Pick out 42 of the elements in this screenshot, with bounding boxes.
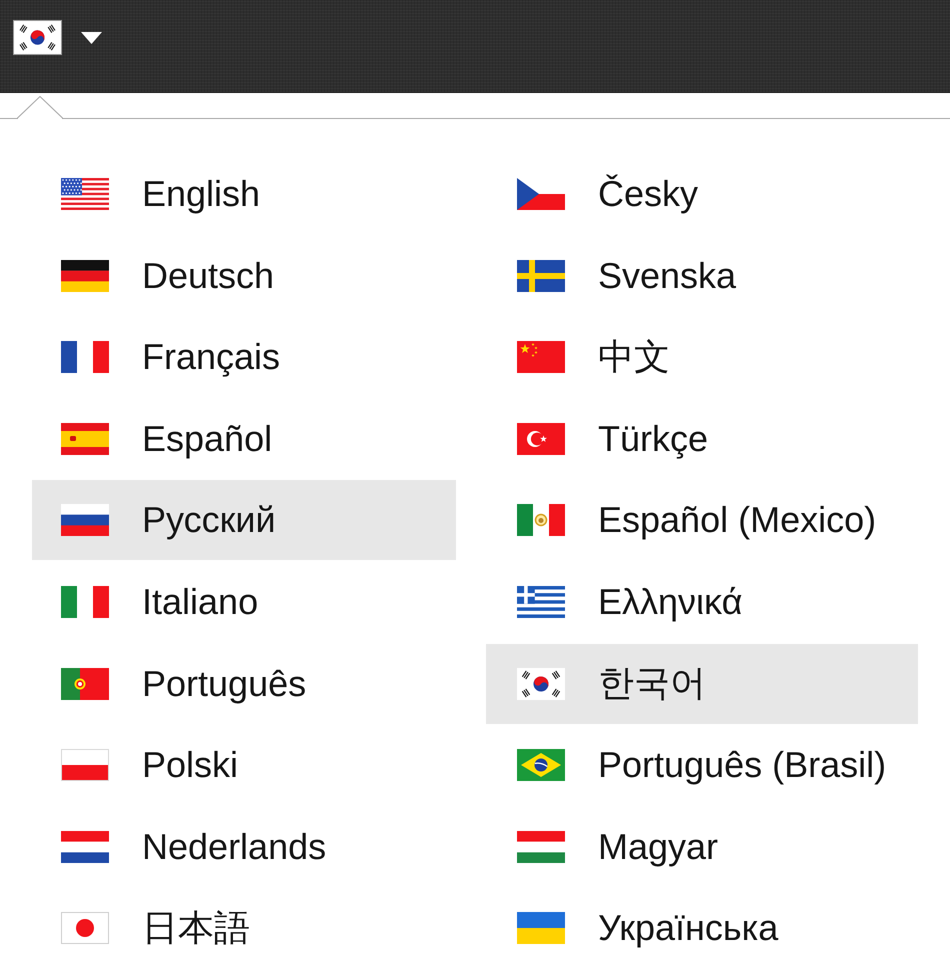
language-option[interactable]: Українська [486,888,918,968]
polish-flag-icon [61,749,109,782]
language-option[interactable]: Polski [32,725,456,806]
language-option[interactable]: Italiano [32,562,456,642]
korean-flag-icon [517,668,565,700]
swedish-flag-icon [517,260,565,292]
language-option[interactable]: Svenska [486,236,918,316]
language-option[interactable]: Español (Mexico) [486,480,918,560]
spanish-flag-icon [61,422,109,455]
dutch-flag-icon [61,830,109,863]
language-option[interactable]: 한국어 [486,644,918,724]
language-option[interactable]: English [32,154,456,234]
turkish-flag-icon [517,422,565,455]
caret-icon [81,32,102,44]
ukrainian-flag-icon [517,912,565,944]
french-flag-icon [61,341,109,374]
us-flag-icon [61,178,109,210]
chinese-flag-icon [517,341,565,374]
italian-flag-icon [61,586,109,618]
language-option[interactable]: Ελληνικά [486,562,918,642]
language-option[interactable]: 中文 [486,317,918,398]
language-option[interactable]: Português [32,644,456,724]
czech-flag-icon [517,178,565,210]
language-option[interactable]: Français [32,317,456,398]
german-flag-icon [61,260,109,292]
language-option[interactable]: Русский [32,480,456,560]
language-option[interactable]: Nederlands [32,806,456,887]
language-option[interactable]: Magyar [486,806,918,887]
russian-flag-icon [61,504,109,536]
japanese-flag-icon [61,912,109,944]
brazilian-flag-icon [517,749,565,782]
language-option[interactable]: Česky [486,154,918,234]
greek-flag-icon [517,586,565,618]
hungarian-flag-icon [517,830,565,863]
language-option[interactable]: 日本語 [32,888,456,968]
mexican-flag-icon [517,504,565,536]
portuguese-flag-icon [61,668,109,700]
language-option[interactable]: Português (Brasil) [486,725,918,806]
language-option[interactable]: Español [32,398,456,479]
language-option[interactable]: Türkçe [486,398,918,479]
language-dropdown-button[interactable] [13,20,102,55]
language-option[interactable]: Deutsch [32,236,456,316]
